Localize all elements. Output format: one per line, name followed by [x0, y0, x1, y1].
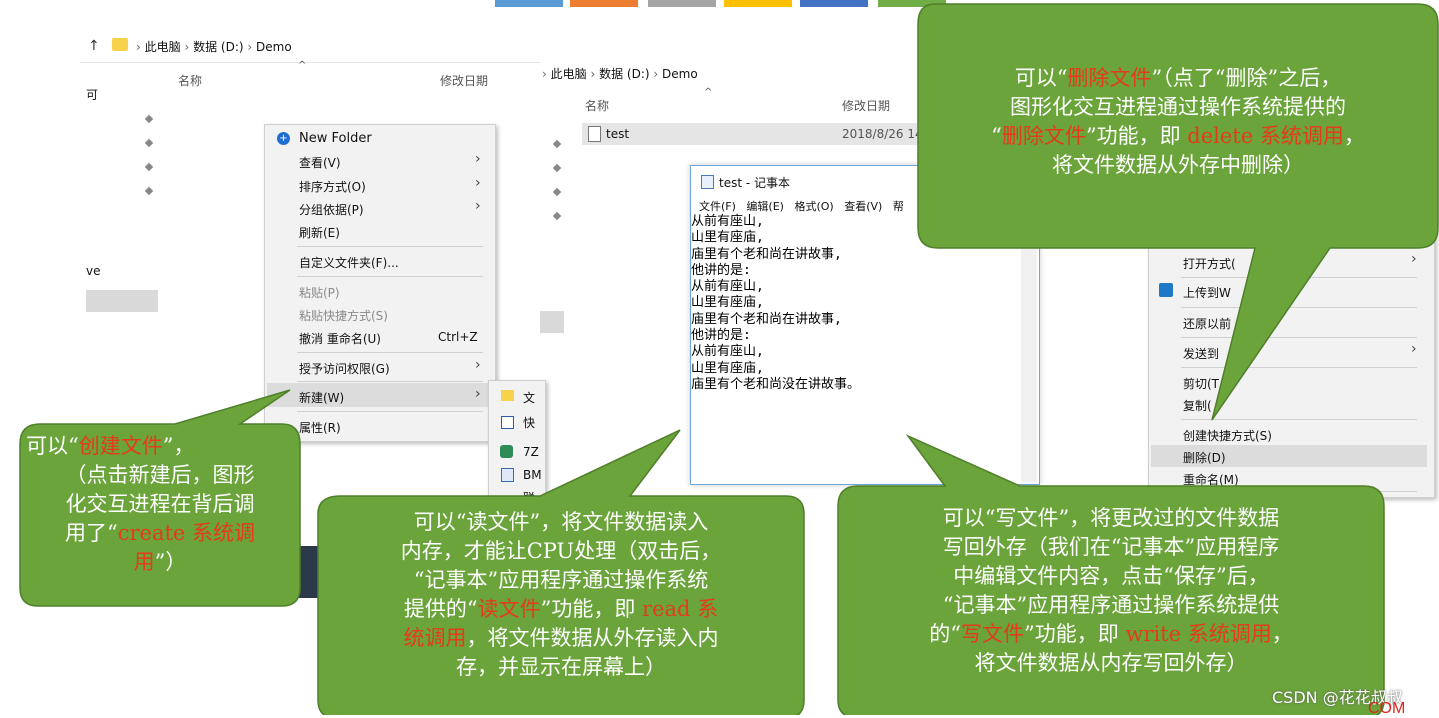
write-callout-text: 可以“写文件”，将更改过的文件数据 写回外存（我们在“记事本”应用程序 中编辑文…: [929, 506, 1293, 675]
corner-text: COM: [1368, 700, 1406, 717]
create-callout-text: 可以“创建文件”， （点击新建后，图形 化交互进程在背后调 用了“create …: [26, 434, 256, 574]
read-callout-text: 可以“读文件”，将文件数据读入 内存，才能让CPU处理（双击后， “记事本”应用…: [400, 510, 722, 679]
delete-callout-text: 可以“删除文件”（点了“删除”之后， 图形化交互进程通过操作系统提供的 “删除文…: [991, 66, 1365, 177]
